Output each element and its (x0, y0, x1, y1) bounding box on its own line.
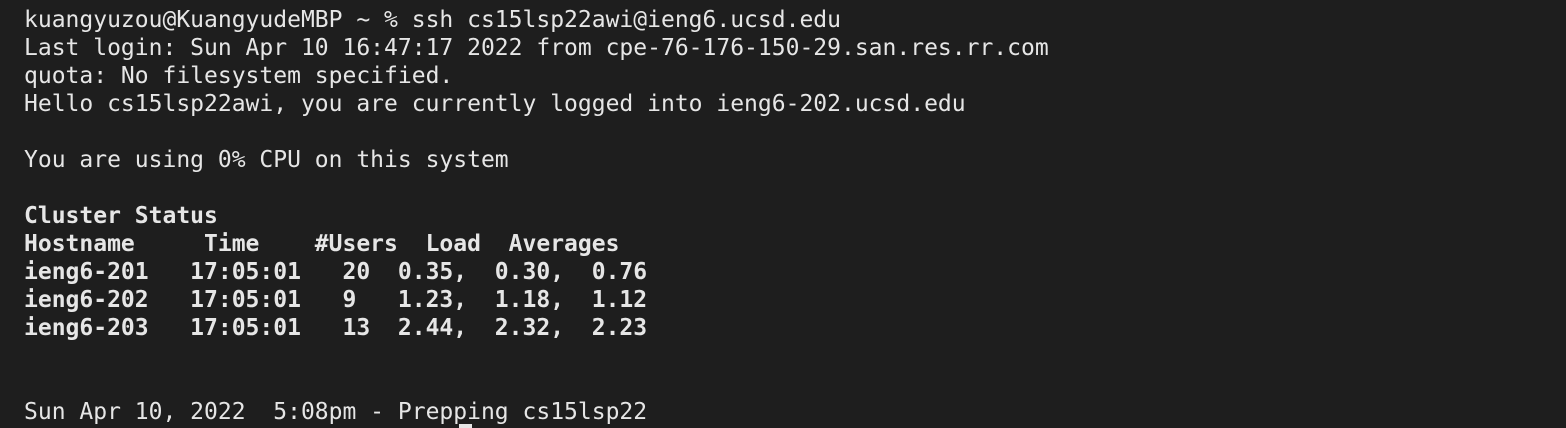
prepping-status-line: Sun Apr 10, 2022 5:08pm - Prepping cs15l… (24, 399, 648, 425)
cluster-table-header: Hostname Time #Users Load Averages (24, 231, 620, 257)
terminal-window[interactable]: kuangyuzou@KuangyudeMBP ~ % ssh cs15lsp2… (0, 0, 1566, 428)
terminal-cursor (459, 424, 472, 428)
cluster-row-text: ieng6-203 17:05:01 13 2.44, 2.32, 2.23 (24, 315, 648, 341)
cluster-table-row: ieng6-202 17:05:01 9 1.23, 1.18, 1.12 (24, 286, 1566, 314)
cluster-row-text: ieng6-202 17:05:01 9 1.23, 1.18, 1.12 (24, 287, 648, 313)
cluster-status-heading: Cluster Status (24, 203, 218, 229)
cluster-table-row: ieng6-201 17:05:01 20 0.35, 0.30, 0.76 (24, 258, 1566, 286)
ssh-command-line: kuangyuzou@KuangyudeMBP ~ % ssh cs15lsp2… (24, 7, 841, 33)
last-login-line: Last login: Sun Apr 10 16:47:17 2022 fro… (24, 35, 1049, 61)
terminal-output: kuangyuzou@KuangyudeMBP ~ % ssh cs15lsp2… (24, 6, 1566, 426)
cluster-row-text: ieng6-201 17:05:01 20 0.35, 0.30, 0.76 (24, 259, 648, 285)
cpu-usage-line: You are using 0% CPU on this system (24, 147, 509, 173)
cluster-table-row: ieng6-203 17:05:01 13 2.44, 2.32, 2.23 (24, 314, 1566, 342)
hello-line: Hello cs15lsp22awi, you are currently lo… (24, 91, 966, 117)
quota-line: quota: No filesystem specified. (24, 63, 454, 89)
